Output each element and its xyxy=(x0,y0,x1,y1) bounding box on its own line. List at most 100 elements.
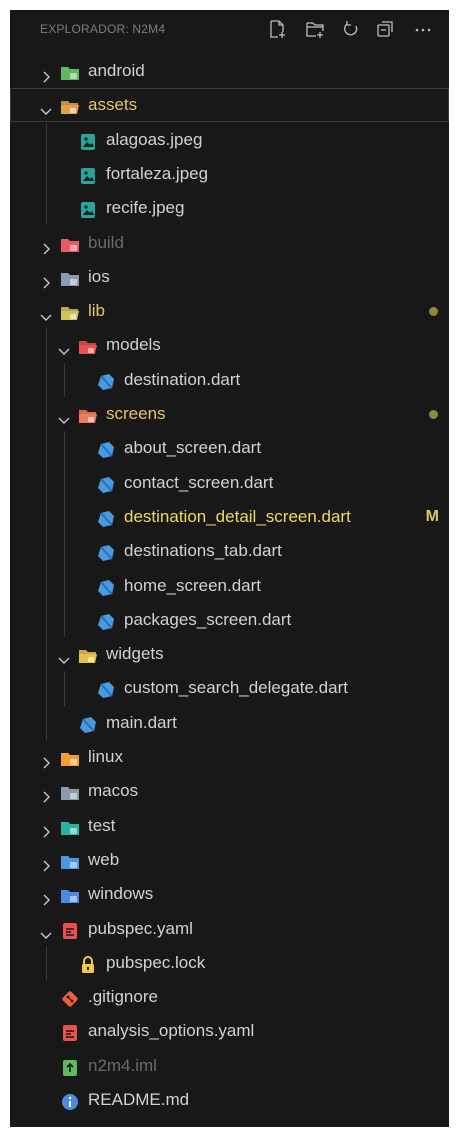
tree-item-ios[interactable]: ios xyxy=(10,260,449,294)
tree-item-macos[interactable]: macos xyxy=(10,774,449,808)
models-folder-icon xyxy=(78,335,98,355)
dart-file-icon xyxy=(96,678,116,699)
chevron-down-icon[interactable] xyxy=(38,921,54,939)
tree-item-label: build xyxy=(88,232,124,252)
indent-guide xyxy=(64,431,65,638)
tree-item-label: web xyxy=(88,849,120,869)
git-icon xyxy=(60,987,80,1007)
chevron-right-icon[interactable] xyxy=(38,886,54,906)
chevron-right-icon[interactable] xyxy=(38,818,54,838)
dart-file-icon xyxy=(96,370,116,390)
tree-item-home-screen-dart[interactable]: home_screen.dart xyxy=(10,569,449,603)
tree-item-widgets[interactable]: widgets xyxy=(10,637,449,671)
chevron-right-icon[interactable] xyxy=(38,63,54,83)
windows-folder-icon xyxy=(60,884,80,904)
chevron-down-icon[interactable] xyxy=(38,303,54,322)
collapse-all-icon[interactable] xyxy=(374,18,396,40)
tree-item-packages-screen-dart[interactable]: packages_screen.dart xyxy=(10,603,449,637)
tree-item-label: macos xyxy=(88,781,139,801)
modified-dot-indicator xyxy=(429,307,438,317)
tree-item-label: destination_detail_screen.dart xyxy=(124,506,351,526)
indent-guide xyxy=(64,671,65,706)
chevron-right-icon[interactable] xyxy=(38,749,54,769)
tree-item-test[interactable]: test xyxy=(10,809,449,843)
tree-item-label: destinations_tab.dart xyxy=(124,541,282,561)
chevron-right-icon[interactable] xyxy=(38,783,54,803)
tree-item-models[interactable]: models xyxy=(10,328,449,362)
tree-item-contact-screen-dart[interactable]: contact_screen.dart xyxy=(10,466,449,500)
tree-item-web[interactable]: web xyxy=(10,843,449,877)
tree-item-n2m4-iml[interactable]: n2m4.iml xyxy=(10,1049,449,1083)
tree-item-build[interactable]: build xyxy=(10,226,449,260)
tree-item-gitignore[interactable]: .gitignore xyxy=(10,980,449,1014)
indent-guide xyxy=(64,362,65,397)
tree-item-recife-jpeg[interactable]: recife.jpeg xyxy=(10,191,449,225)
tree-item-screens[interactable]: screens xyxy=(10,397,449,431)
explorer-title: EXPLORADOR: N2M4 xyxy=(40,22,166,36)
new-file-icon[interactable] xyxy=(266,18,288,40)
dart-file-icon xyxy=(96,541,116,562)
tree-item-android[interactable]: android xyxy=(10,54,449,88)
image-file-icon xyxy=(78,164,98,184)
chevron-down-icon[interactable] xyxy=(56,337,72,356)
modified-dot-indicator xyxy=(429,410,438,419)
iml-file-icon xyxy=(60,1056,80,1076)
tree-item-label: destination.dart xyxy=(124,369,241,389)
chevron-down-icon[interactable] xyxy=(56,646,72,665)
explorer-panel: EXPLORADOR: N2M4 android assets alagoas.jp… xyxy=(10,10,449,1127)
yaml-file-icon xyxy=(60,1021,80,1042)
tree-item-destination-dart[interactable]: destination.dart xyxy=(10,363,449,397)
tree-item-lib[interactable]: lib xyxy=(10,294,449,328)
build-folder-icon xyxy=(60,233,80,253)
tree-item-label: widgets xyxy=(106,644,164,664)
tree-item-about-screen-dart[interactable]: about_screen.dart xyxy=(10,431,449,465)
tree-item-label: alagoas.jpeg xyxy=(106,129,203,149)
tree-item-destinations-tab-dart[interactable]: destinations_tab.dart xyxy=(10,534,449,568)
tree-item-label: n2m4.iml xyxy=(88,1055,157,1075)
indent-guide xyxy=(46,945,47,981)
new-folder-icon[interactable] xyxy=(304,18,326,40)
lib-folder-icon xyxy=(60,301,80,321)
chevron-right-icon[interactable] xyxy=(38,852,54,872)
chevron-down-icon[interactable] xyxy=(38,97,54,116)
indent-guide xyxy=(46,122,47,226)
tree-item-pubspec-yaml[interactable]: pubspec.yaml xyxy=(10,912,449,946)
dart-file-icon xyxy=(78,713,98,733)
web-folder-icon xyxy=(60,850,80,870)
tree-item-fortaleza-jpeg[interactable]: fortaleza.jpeg xyxy=(10,157,449,191)
tree-item-label: windows xyxy=(88,884,154,904)
tree-item-windows[interactable]: windows xyxy=(10,877,449,911)
tree-item-analysis-options-yaml[interactable]: analysis_options.yaml xyxy=(10,1014,449,1048)
tree-item-label: screens xyxy=(106,404,166,423)
chevron-right-icon[interactable] xyxy=(38,235,54,254)
info-icon xyxy=(60,1090,80,1110)
tree-item-custom-search-delegate-dart[interactable]: custom_search_delegate.dart xyxy=(10,671,449,705)
tree-item-label: lib xyxy=(88,301,106,321)
dart-file-icon xyxy=(96,438,116,459)
tree-item-label: home_screen.dart xyxy=(124,575,262,595)
image-file-icon xyxy=(78,130,98,150)
tree-item-pubspec-lock[interactable]: pubspec.lock xyxy=(10,946,449,980)
tree-item-label: custom_search_delegate.dart xyxy=(124,678,348,698)
tree-item-label: packages_screen.dart xyxy=(124,609,292,629)
tree-item-label: test xyxy=(88,815,116,835)
more-actions-icon[interactable] xyxy=(412,18,434,40)
tree-item-main-dart[interactable]: main.dart xyxy=(10,706,449,740)
tree-item-label: ios xyxy=(88,266,110,286)
tree-item-linux[interactable]: linux xyxy=(10,740,449,774)
modified-badge: M xyxy=(425,507,439,525)
tree-item-readme-md[interactable]: README.md xyxy=(10,1083,449,1117)
tree-item-alagoas-jpeg[interactable]: alagoas.jpeg xyxy=(10,123,449,157)
linux-folder-icon xyxy=(60,747,80,767)
chevron-down-icon[interactable] xyxy=(56,406,72,424)
dart-file-icon xyxy=(96,610,116,630)
tree-item-label: analysis_options.yaml xyxy=(88,1021,255,1041)
tree-item-label: fortaleza.jpeg xyxy=(106,163,209,183)
refresh-icon[interactable] xyxy=(340,18,362,40)
tree-item-assets[interactable]: assets xyxy=(10,88,449,123)
tree-item-label: assets xyxy=(88,95,138,115)
dart-file-icon xyxy=(96,576,116,596)
tree-item-destination-detail-screen-dart[interactable]: destination_detail_screen.dart M xyxy=(10,500,449,534)
test-folder-icon xyxy=(60,816,80,836)
chevron-right-icon[interactable] xyxy=(38,269,54,289)
